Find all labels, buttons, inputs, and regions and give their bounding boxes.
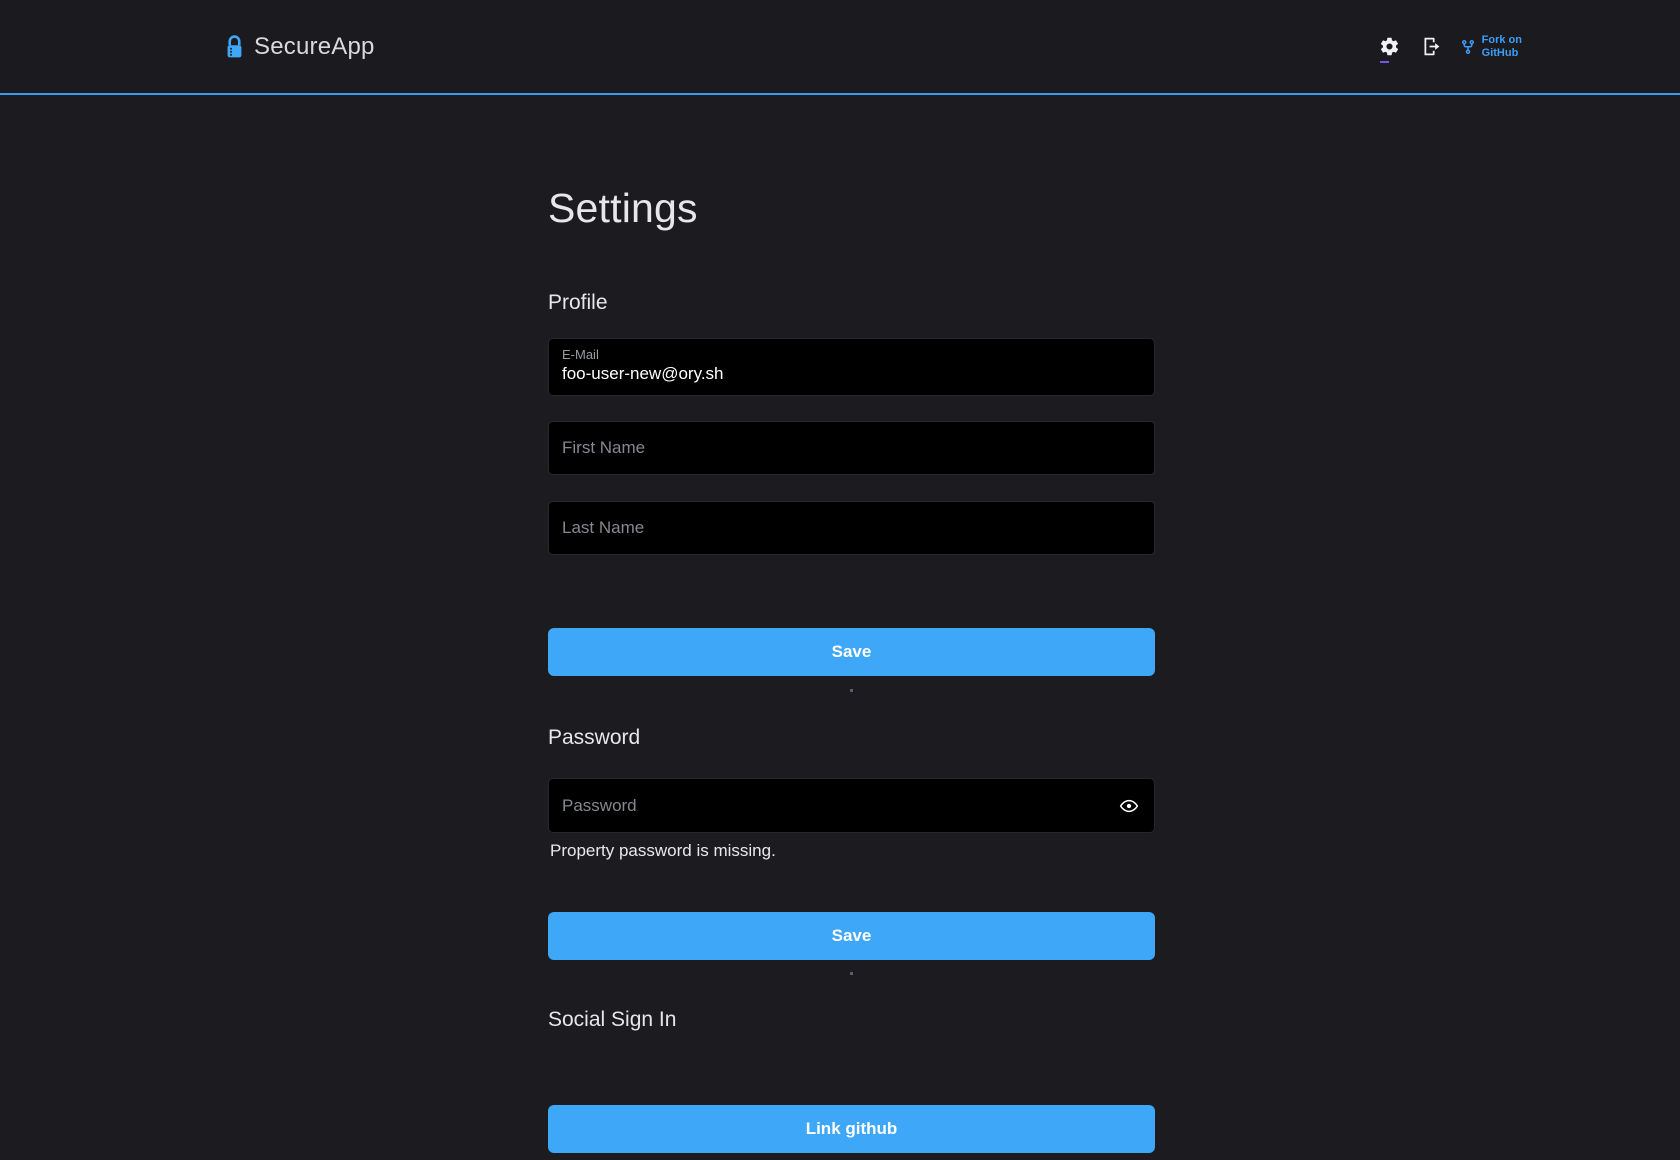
password-section-heading: Password <box>548 726 640 750</box>
app-logo[interactable]: SecureApp <box>224 0 375 93</box>
profile-form-dot <box>850 689 853 692</box>
toggle-password-visibility-button[interactable] <box>1117 794 1141 818</box>
app-title: SecureApp <box>254 33 375 61</box>
gear-icon <box>1379 36 1400 57</box>
first-name-input[interactable] <box>562 438 1141 458</box>
settings-page: Settings Profile E-Mail Save Password Pr… <box>548 93 1155 1160</box>
lock-icon <box>224 34 245 60</box>
navbar-actions: Fork on GitHub <box>1376 0 1522 93</box>
password-form-dot <box>850 972 853 975</box>
logout-icon <box>1421 36 1442 57</box>
last-name-input[interactable] <box>562 518 1141 538</box>
last-name-field-box <box>548 501 1155 555</box>
gear-underline-indicator <box>1380 61 1389 63</box>
email-field-box: E-Mail <box>548 338 1155 396</box>
email-input[interactable] <box>562 364 1141 384</box>
password-error-message: Property password is missing. <box>550 841 776 861</box>
link-github-button[interactable]: Link github <box>548 1105 1155 1153</box>
password-save-button[interactable]: Save <box>548 912 1155 960</box>
profile-section-heading: Profile <box>548 291 608 315</box>
settings-icon-button[interactable] <box>1376 33 1403 60</box>
first-name-field-box <box>548 421 1155 475</box>
git-fork-icon <box>1460 39 1476 55</box>
social-section-heading: Social Sign In <box>548 1008 676 1032</box>
logout-icon-button[interactable] <box>1418 33 1445 60</box>
page-title: Settings <box>548 185 698 232</box>
fork-on-github-link[interactable]: Fork on GitHub <box>1460 34 1522 60</box>
email-field-label: E-Mail <box>562 347 1141 362</box>
top-navbar: SecureApp <box>0 0 1680 95</box>
password-field-box <box>548 778 1155 833</box>
profile-save-button[interactable]: Save <box>548 628 1155 676</box>
fork-link-label: Fork on GitHub <box>1482 34 1522 60</box>
eye-icon <box>1119 796 1139 816</box>
password-input[interactable] <box>562 796 1109 816</box>
